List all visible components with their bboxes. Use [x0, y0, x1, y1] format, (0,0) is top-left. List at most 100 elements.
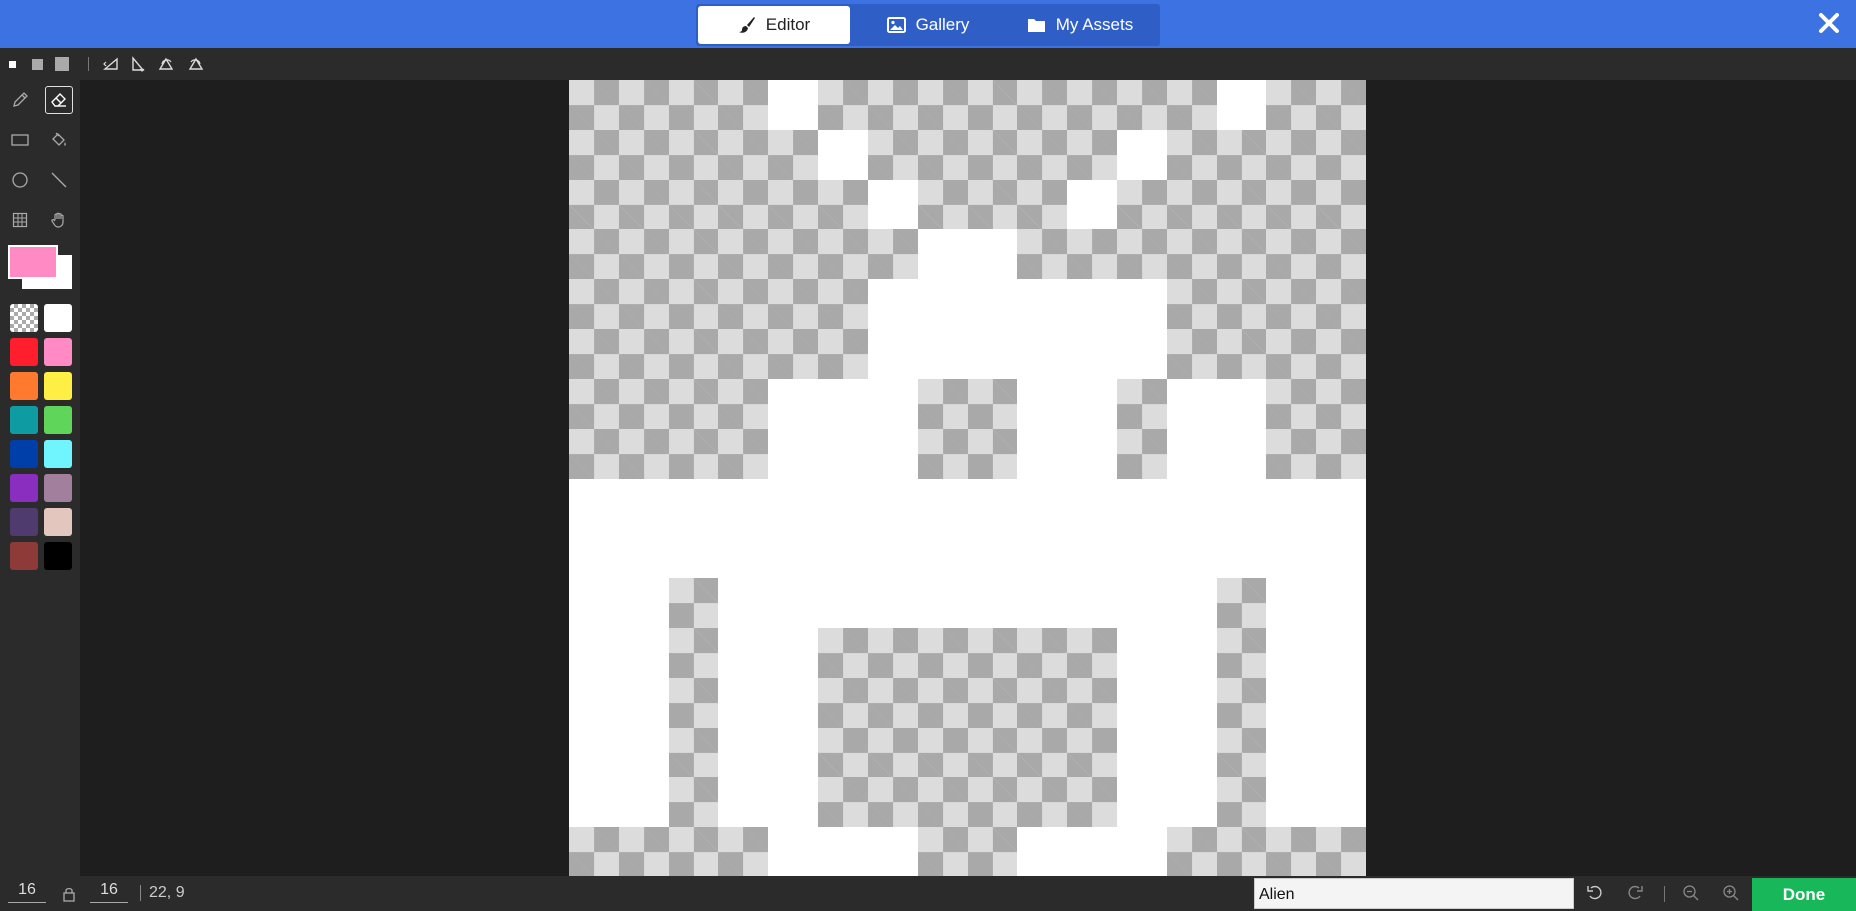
canvas-pixel[interactable] [1166, 279, 1217, 330]
canvas-pixel[interactable] [917, 827, 968, 876]
canvas-pixel[interactable] [618, 129, 669, 180]
canvas-pixel[interactable] [1216, 827, 1267, 876]
canvas-pixel[interactable] [1017, 727, 1068, 778]
canvas-pixel[interactable] [668, 378, 719, 429]
rotate-counterclockwise-button[interactable] [185, 48, 205, 80]
canvas-pixel[interactable] [917, 179, 968, 230]
canvas-pixel[interactable] [618, 827, 669, 876]
canvas-pixel[interactable] [768, 777, 819, 828]
canvas-pixel[interactable] [1266, 578, 1317, 628]
canvas-pixel[interactable] [917, 478, 968, 529]
canvas-pixel[interactable] [1266, 528, 1317, 579]
canvas-pixel[interactable] [917, 129, 968, 180]
canvas-pixel[interactable] [1067, 229, 1117, 280]
canvas-pixel[interactable] [1266, 727, 1317, 778]
canvas-pixel[interactable] [917, 578, 968, 628]
canvas-pixel[interactable] [1266, 329, 1317, 379]
canvas-pixel[interactable] [1216, 329, 1267, 379]
canvas-pixel[interactable] [1166, 229, 1217, 280]
canvas-pixel[interactable] [867, 428, 918, 479]
canvas-pixel[interactable] [1017, 777, 1068, 828]
palette-swatch[interactable] [10, 508, 38, 536]
canvas-pixel[interactable] [1216, 478, 1267, 529]
canvas-pixel[interactable] [668, 777, 719, 828]
canvas-pixel[interactable] [867, 528, 918, 579]
canvas-pixel[interactable] [917, 777, 968, 828]
canvas-pixel[interactable] [1316, 378, 1366, 429]
tab-gallery[interactable]: Gallery [850, 6, 1006, 44]
canvas-pixel[interactable] [768, 677, 819, 728]
canvas-pixel[interactable] [967, 129, 1018, 180]
canvas-pixel[interactable] [1166, 129, 1217, 180]
canvas-pixel[interactable] [618, 279, 669, 330]
canvas-pixel[interactable] [768, 80, 819, 130]
palette-swatch[interactable] [10, 440, 38, 468]
canvas-pixel[interactable] [1316, 677, 1366, 728]
canvas-pixel[interactable] [867, 80, 918, 130]
marquee-tool[interactable] [6, 206, 34, 234]
canvas-pixel[interactable] [1116, 129, 1167, 180]
canvas-pixel[interactable] [867, 677, 918, 728]
canvas-pixel[interactable] [1067, 727, 1117, 778]
canvas-pixel[interactable] [1017, 179, 1068, 230]
canvas-pixel[interactable] [1216, 777, 1267, 828]
canvas-pixel[interactable] [1067, 129, 1117, 180]
canvas-pixel[interactable] [967, 229, 1018, 280]
canvas-pixel[interactable] [668, 478, 719, 529]
canvas-pixel[interactable] [668, 727, 719, 778]
canvas-pixel[interactable] [867, 329, 918, 379]
canvas-pixel[interactable] [569, 129, 619, 180]
canvas-pixel[interactable] [718, 428, 769, 479]
flip-vertical-button[interactable] [128, 48, 148, 80]
canvas-pixel[interactable] [618, 329, 669, 379]
primary-color-swatch[interactable] [8, 245, 58, 279]
canvas-pixel[interactable] [818, 627, 868, 678]
canvas-pixel[interactable] [818, 478, 868, 529]
canvas-pixel[interactable] [1316, 129, 1366, 180]
canvas-pixel[interactable] [867, 727, 918, 778]
canvas-pixel[interactable] [967, 777, 1018, 828]
canvas-pixel[interactable] [818, 528, 868, 579]
canvas-pixel[interactable] [1067, 80, 1117, 130]
canvas-pixel[interactable] [718, 677, 769, 728]
canvas-pixel[interactable] [1017, 279, 1068, 330]
canvas-pixel[interactable] [1017, 827, 1068, 876]
canvas-pixel[interactable] [867, 777, 918, 828]
palette-swatch[interactable] [44, 304, 72, 332]
canvas-pixel[interactable] [917, 428, 968, 479]
canvas-pixel[interactable] [1116, 827, 1167, 876]
canvas-pixel[interactable] [618, 627, 669, 678]
canvas-pixel[interactable] [967, 478, 1018, 529]
redo-button[interactable] [1622, 880, 1648, 906]
canvas-pixel[interactable] [668, 279, 719, 330]
canvas-pixel[interactable] [1316, 777, 1366, 828]
canvas-pixel[interactable] [768, 627, 819, 678]
canvas-pixel[interactable] [1266, 677, 1317, 728]
canvas-pixel[interactable] [718, 727, 769, 778]
canvas-pixel[interactable] [1166, 578, 1217, 628]
canvas-pixel[interactable] [1316, 827, 1366, 876]
canvas-pixel[interactable] [967, 179, 1018, 230]
palette-swatch[interactable] [10, 406, 38, 434]
canvas-pixel[interactable] [1067, 627, 1117, 678]
canvas-pixel[interactable] [917, 80, 968, 130]
canvas-pixel[interactable] [1116, 578, 1167, 628]
canvas-pixel[interactable] [818, 777, 868, 828]
tab-my-assets[interactable]: My Assets [1006, 6, 1154, 44]
palette-swatch[interactable] [44, 508, 72, 536]
canvas-pixel[interactable] [569, 229, 619, 280]
canvas-pixel[interactable] [1216, 129, 1267, 180]
fill-tool[interactable] [45, 126, 73, 154]
canvas-pixel[interactable] [768, 129, 819, 180]
canvas-pixel[interactable] [1116, 329, 1167, 379]
canvas-pixel[interactable] [1067, 827, 1117, 876]
line-tool[interactable] [45, 166, 73, 194]
canvas-pixel[interactable] [1166, 478, 1217, 529]
canvas-pixel[interactable] [1017, 129, 1068, 180]
canvas-pixel[interactable] [1316, 578, 1366, 628]
canvas-pixel[interactable] [1216, 677, 1267, 728]
canvas-pixel[interactable] [768, 229, 819, 280]
canvas-pixel[interactable] [1017, 229, 1068, 280]
canvas-pixel[interactable] [1166, 627, 1217, 678]
eraser-tool[interactable] [45, 86, 73, 114]
